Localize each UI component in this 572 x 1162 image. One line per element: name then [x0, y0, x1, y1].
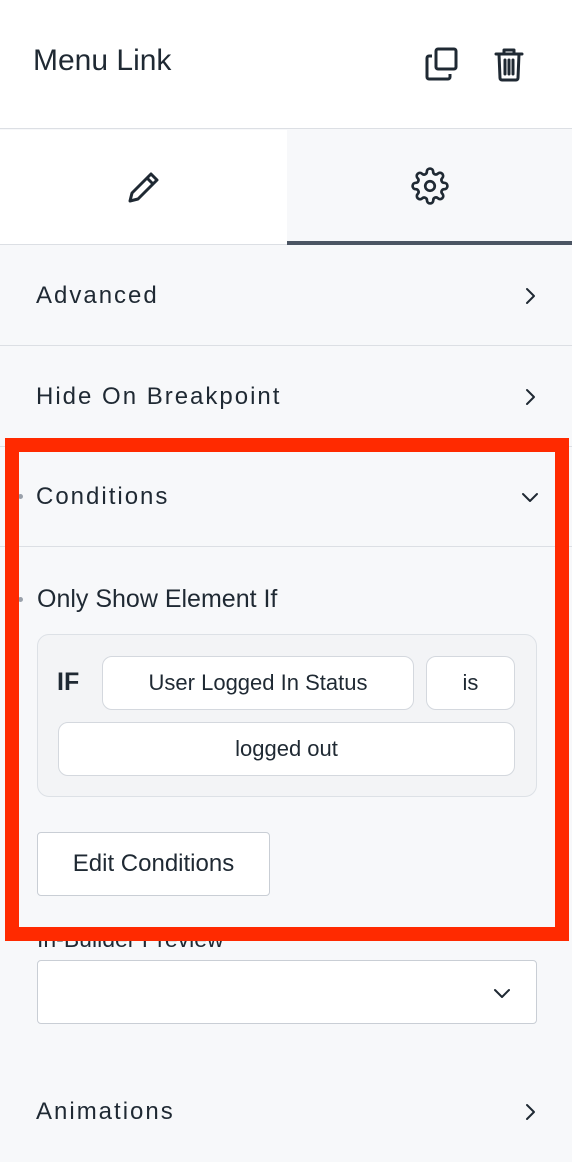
if-label: IF: [57, 668, 80, 696]
tab-style[interactable]: [0, 130, 287, 245]
section-advanced-label: Advanced: [36, 282, 159, 309]
section-animations[interactable]: Animations: [0, 1062, 572, 1162]
edit-conditions-button[interactable]: Edit Conditions: [37, 832, 270, 896]
section-advanced[interactable]: Advanced: [0, 246, 572, 346]
chevron-right-icon: [526, 389, 535, 405]
section-hide-on-breakpoint[interactable]: Hide On Breakpoint: [0, 347, 572, 447]
condition-operator[interactable]: is: [426, 656, 515, 710]
preview-label: In-Builder Preview: [37, 926, 224, 952]
panel-tabs: [0, 130, 572, 245]
preview-select[interactable]: [37, 960, 537, 1024]
condition-value[interactable]: logged out: [58, 722, 515, 776]
chevron-down-icon: [522, 493, 538, 502]
tab-settings[interactable]: [287, 130, 572, 245]
gear-icon: [410, 166, 449, 205]
element-title: Menu Link: [33, 44, 172, 77]
section-conditions[interactable]: Conditions: [0, 447, 572, 547]
condition-field[interactable]: User Logged In Status: [102, 656, 414, 710]
chevron-down-icon: [494, 989, 510, 998]
section-conditions-label: Conditions: [36, 483, 170, 510]
section-hide-on-breakpoint-label: Hide On Breakpoint: [36, 383, 282, 410]
panel-header: Menu Link: [0, 0, 572, 129]
trash-icon[interactable]: [491, 46, 527, 82]
conditions-heading: Only Show Element If: [37, 585, 278, 613]
copy-icon[interactable]: [424, 46, 460, 82]
pencil-icon: [128, 172, 158, 203]
chevron-right-icon: [526, 288, 535, 304]
section-animations-label: Animations: [36, 1098, 175, 1125]
indicator-dot: [18, 494, 23, 499]
indicator-dot: [18, 597, 23, 602]
chevron-right-icon: [526, 1104, 535, 1120]
